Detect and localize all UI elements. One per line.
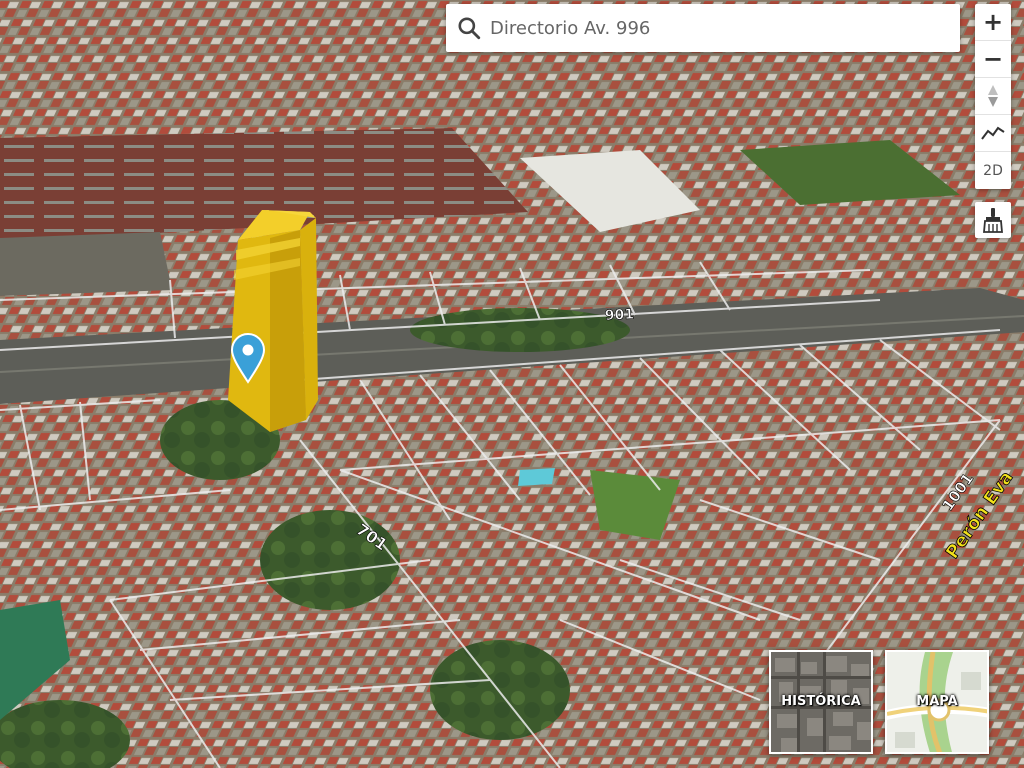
search-input[interactable]	[490, 8, 940, 48]
highlighted-building[interactable]	[228, 210, 318, 432]
map-controls: + − 2D	[975, 4, 1011, 189]
layer-historica-button[interactable]: HISTÓRICA	[769, 650, 873, 754]
compass-icon	[988, 85, 998, 107]
zoom-out-button[interactable]: −	[975, 41, 1011, 78]
paint-brush-button[interactable]	[975, 202, 1011, 238]
search-box[interactable]	[446, 4, 960, 52]
zoom-in-button[interactable]: +	[975, 4, 1011, 41]
paint-brush-icon	[983, 208, 1003, 233]
mode-2d-label: 2D	[983, 162, 1003, 179]
elevation-profile-button[interactable]	[975, 115, 1011, 152]
search-icon	[458, 17, 481, 40]
pool	[518, 468, 555, 486]
layer-mapa-button[interactable]: MAPA	[885, 650, 989, 754]
compass-button[interactable]	[975, 78, 1011, 115]
zoom-out-label: −	[982, 45, 1004, 73]
line-chart-icon	[981, 126, 1005, 140]
layer-mapa-label: MAPA	[916, 694, 958, 709]
tree-cluster	[430, 640, 570, 740]
gray-warehouse	[0, 232, 172, 296]
mode-2d-button[interactable]: 2D	[975, 152, 1011, 189]
tree-cluster	[260, 510, 400, 610]
zoom-in-label: +	[982, 8, 1004, 36]
layer-historica-label: HISTÓRICA	[781, 694, 861, 709]
street-number-901: 901	[604, 306, 634, 324]
